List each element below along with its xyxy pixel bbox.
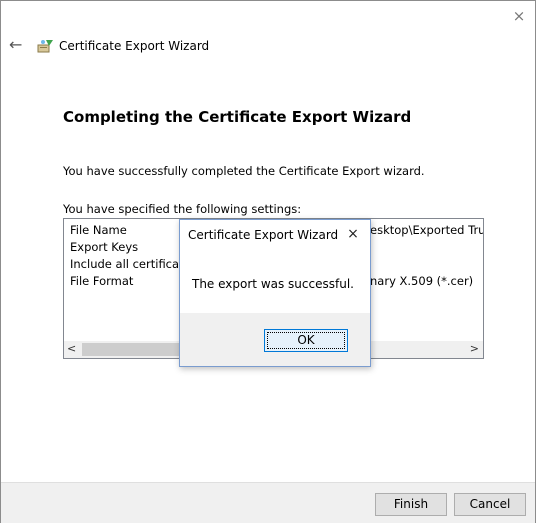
window-close-icon[interactable]: ×: [510, 7, 528, 25]
settings-row-name: File Format: [70, 274, 134, 288]
ok-button[interactable]: OK: [264, 329, 348, 352]
back-arrow-icon[interactable]: ←: [9, 37, 25, 53]
dialog-message: The export was successful.: [192, 277, 354, 291]
dialog-footer: OK: [180, 313, 370, 366]
finish-button[interactable]: Finish: [375, 493, 447, 516]
wizard-footer: Finish Cancel: [1, 482, 535, 523]
completion-text: You have successfully completed the Cert…: [63, 164, 425, 178]
settings-row-value: esktop\Exported Trust: [370, 223, 484, 237]
cancel-button[interactable]: Cancel: [454, 493, 526, 516]
dialog-close-icon[interactable]: ×: [344, 225, 362, 243]
export-success-dialog: Certificate Export Wizard × The export w…: [179, 219, 371, 367]
scroll-left-icon[interactable]: <: [67, 342, 76, 355]
certificate-wizard-icon: [37, 40, 53, 53]
dialog-title: Certificate Export Wizard: [188, 228, 339, 242]
settings-row-value: nary X.509 (*.cer): [370, 274, 474, 288]
window-title: Certificate Export Wizard: [59, 39, 210, 53]
settings-label: You have specified the following setting…: [63, 202, 302, 216]
page-heading: Completing the Certificate Export Wizard: [63, 108, 412, 126]
settings-row-name: File Name: [70, 223, 127, 237]
scrollbar-thumb[interactable]: [82, 343, 182, 356]
settings-row-name: Export Keys: [70, 240, 139, 254]
scroll-right-icon[interactable]: >: [470, 342, 479, 355]
